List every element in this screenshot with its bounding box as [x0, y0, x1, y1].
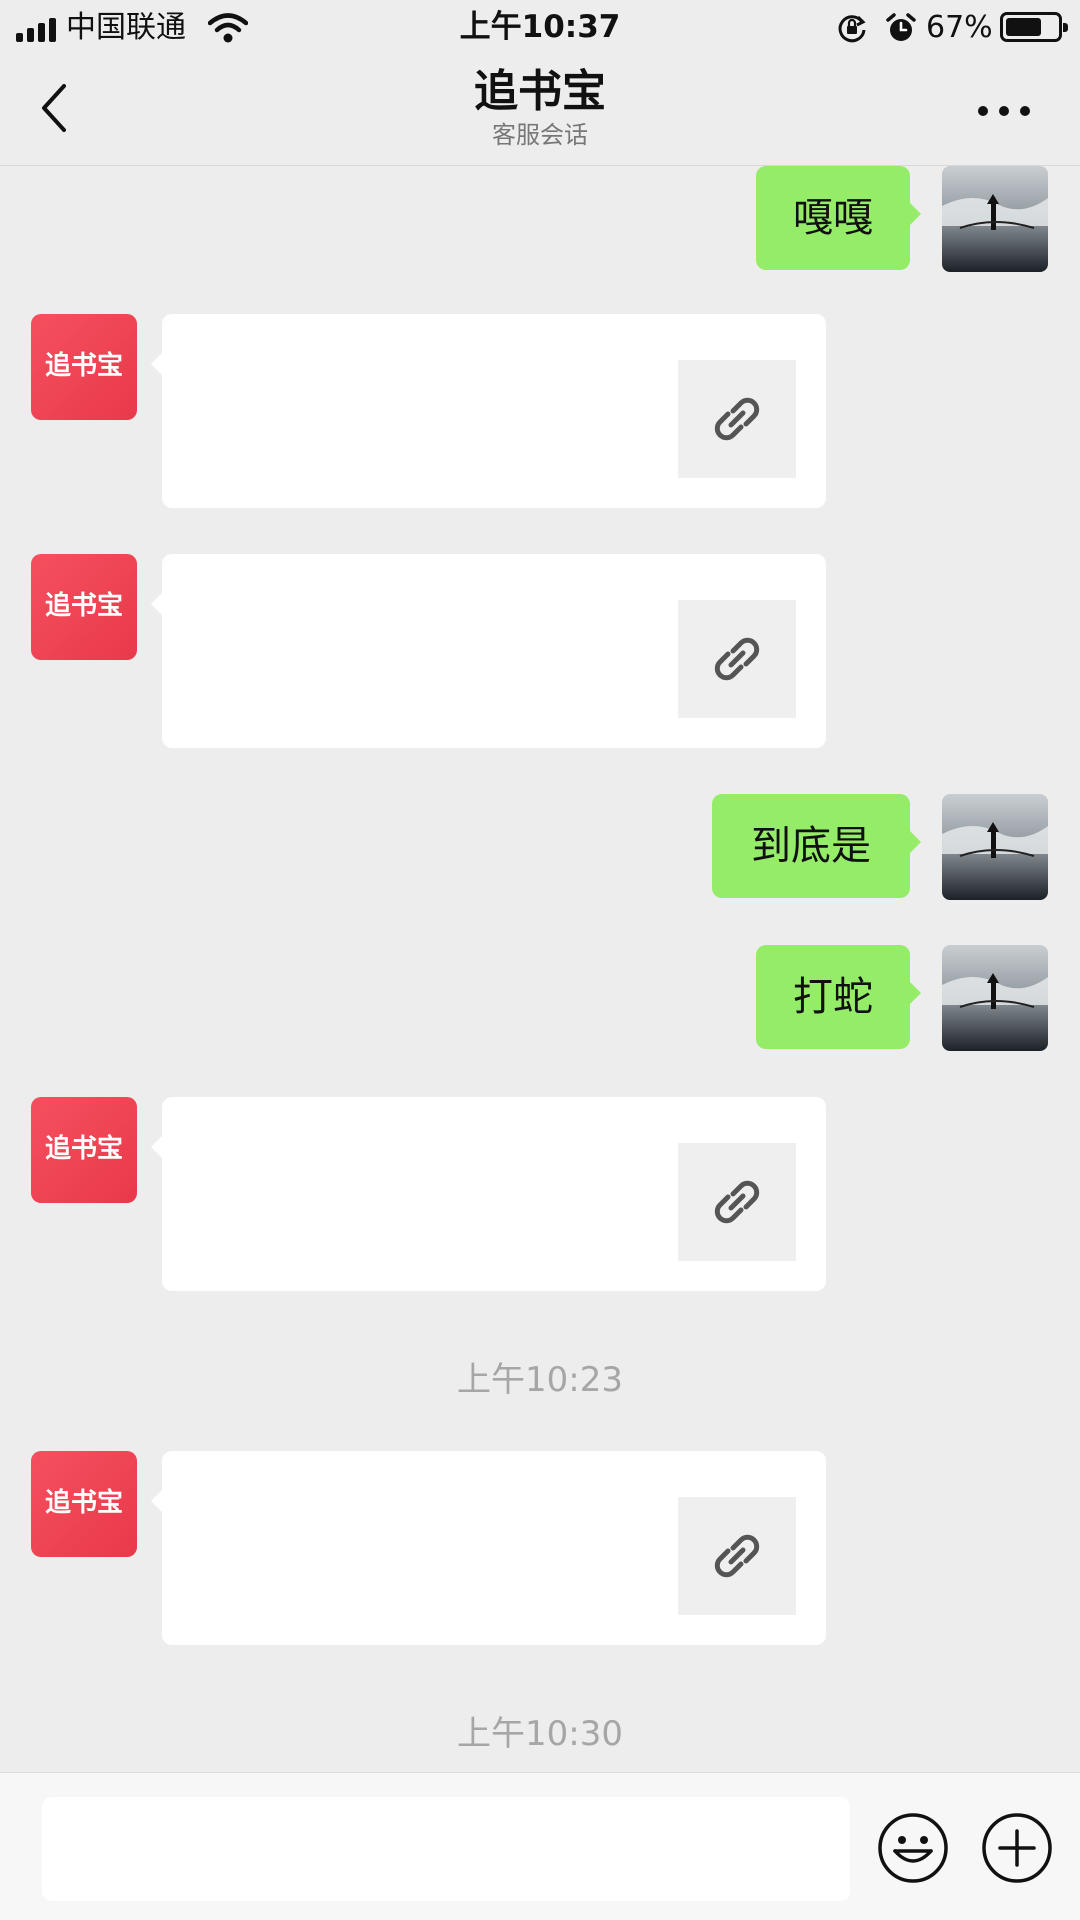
emoji-button[interactable] [876, 1811, 950, 1885]
battery-percentage: 67% [926, 10, 993, 45]
message-text: 嘎嘎 [793, 195, 873, 241]
link-icon [714, 397, 760, 441]
link-card[interactable] [151, 1097, 826, 1291]
chat-messages[interactable]: 嘎嘎 追书宝 追书宝 到底是 打蛇 追书宝 上午10:23 追书宝 上午10:3… [0, 166, 1080, 1772]
outgoing-message[interactable]: 嘎嘎 [756, 166, 921, 270]
more-button[interactable] [972, 92, 1036, 128]
status-time: 上午10:37 [459, 9, 621, 45]
link-card[interactable] [151, 1451, 826, 1645]
alarm-icon [886, 13, 916, 41]
message-timestamp: 上午10:23 [457, 1360, 623, 1400]
link-thumbnail [678, 1497, 796, 1615]
link-icon [714, 1534, 760, 1578]
message-timestamp: 上午10:30 [457, 1714, 623, 1754]
plus-button[interactable] [980, 1811, 1054, 1885]
chat-subtitle: 客服会话 [492, 121, 588, 149]
user-avatar[interactable] [942, 945, 1048, 1051]
outgoing-message[interactable]: 打蛇 [756, 945, 921, 1049]
app-avatar-label: 追书宝 [44, 1488, 123, 1518]
input-bar [0, 1772, 1080, 1920]
app-avatar-label: 追书宝 [44, 1134, 123, 1164]
link-thumbnail [678, 1143, 796, 1261]
message-input[interactable] [42, 1797, 850, 1901]
status-bar: 中国联通 上午10:37 67% [0, 0, 1080, 56]
app-avatar[interactable]: 追书宝 [31, 1097, 137, 1203]
more-dots-icon [978, 106, 988, 116]
app-avatar[interactable]: 追书宝 [31, 1451, 137, 1557]
link-thumbnail [678, 360, 796, 478]
app-avatar[interactable]: 追书宝 [31, 554, 137, 660]
link-card[interactable] [151, 554, 826, 748]
battery-icon [1000, 12, 1068, 42]
outgoing-message[interactable]: 到底是 [712, 794, 921, 898]
message-text: 打蛇 [793, 974, 873, 1020]
rotation-lock-icon [838, 15, 866, 43]
link-icon [714, 637, 760, 681]
user-avatar[interactable] [942, 166, 1048, 272]
message-text: 到底是 [751, 823, 871, 869]
app-avatar-label: 追书宝 [44, 351, 123, 381]
user-avatar[interactable] [942, 794, 1048, 900]
chat-title: 追书宝 [474, 66, 606, 117]
nav-bar: 追书宝 客服会话 [0, 56, 1080, 166]
app-avatar[interactable]: 追书宝 [31, 314, 137, 420]
link-icon [714, 1180, 760, 1224]
link-card[interactable] [151, 314, 826, 508]
link-thumbnail [678, 600, 796, 718]
app-avatar-label: 追书宝 [44, 591, 123, 621]
